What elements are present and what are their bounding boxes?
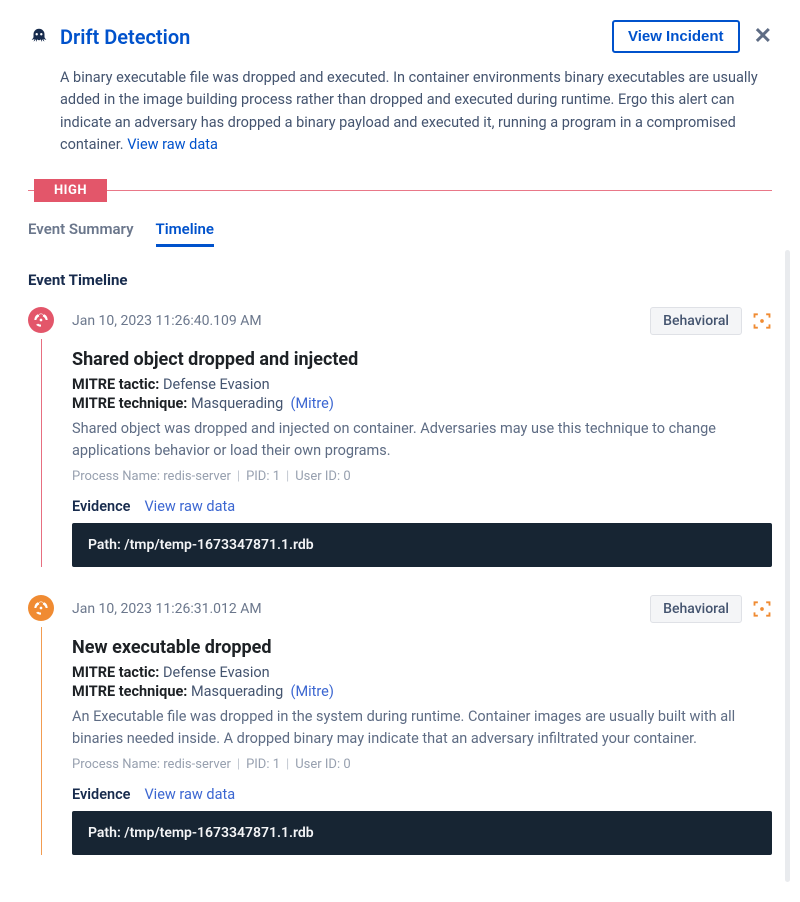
focus-icon[interactable] [752, 311, 772, 331]
tab-event-summary[interactable]: Event Summary [28, 220, 134, 247]
event-title: New executable dropped [72, 637, 772, 658]
close-icon[interactable]: ✕ [754, 26, 772, 48]
hazard-icon [28, 595, 54, 621]
event-timestamp: Jan 10, 2023 11:26:40.109 AM [72, 313, 262, 329]
mitre-link[interactable]: (Mitre) [291, 395, 334, 412]
tab-timeline[interactable]: Timeline [156, 220, 214, 247]
evidence-label: Evidence [72, 786, 130, 803]
mitre-technique: Masquerading [191, 683, 283, 700]
event-timestamp: Jan 10, 2023 11:26:31.012 AM [72, 601, 262, 617]
severity-row: HIGH [28, 179, 772, 202]
hazard-icon [28, 307, 54, 333]
event-description: Shared object was dropped and injected o… [72, 418, 772, 463]
section-heading: Event Timeline [28, 271, 772, 289]
scrollbar[interactable] [785, 250, 790, 882]
behavioral-badge: Behavioral [650, 595, 742, 623]
timeline-item: Jan 10, 2023 11:26:31.012 AM Behavioral … [28, 595, 772, 855]
mitre-tactic: Defense Evasion [163, 376, 270, 393]
mitre-technique: Masquerading [191, 395, 283, 412]
octopus-icon [28, 26, 50, 48]
evidence-path: Path: /tmp/temp-1673347871.1.rdb [72, 811, 772, 855]
evidence-view-raw-link[interactable]: View raw data [144, 498, 235, 515]
timeline-item: Jan 10, 2023 11:26:40.109 AM Behavioral … [28, 307, 772, 567]
mitre-link[interactable]: (Mitre) [291, 683, 334, 700]
focus-icon[interactable] [752, 599, 772, 619]
mitre-tactic: Defense Evasion [163, 664, 270, 681]
view-raw-data-link[interactable]: View raw data [127, 136, 218, 153]
behavioral-badge: Behavioral [650, 307, 742, 335]
evidence-path: Path: /tmp/temp-1673347871.1.rdb [72, 523, 772, 567]
event-description: An Executable file was dropped in the sy… [72, 706, 772, 751]
evidence-label: Evidence [72, 498, 130, 515]
process-info: Process Name: redis-server|PID: 1|User I… [72, 757, 772, 772]
process-info: Process Name: redis-server|PID: 1|User I… [72, 469, 772, 484]
alert-description: A binary executable file was dropped and… [60, 67, 762, 157]
view-incident-button[interactable]: View Incident [612, 20, 740, 53]
event-title: Shared object dropped and injected [72, 349, 772, 370]
severity-badge: HIGH [34, 179, 107, 202]
evidence-view-raw-link[interactable]: View raw data [144, 786, 235, 803]
page-title: Drift Detection [60, 25, 190, 49]
